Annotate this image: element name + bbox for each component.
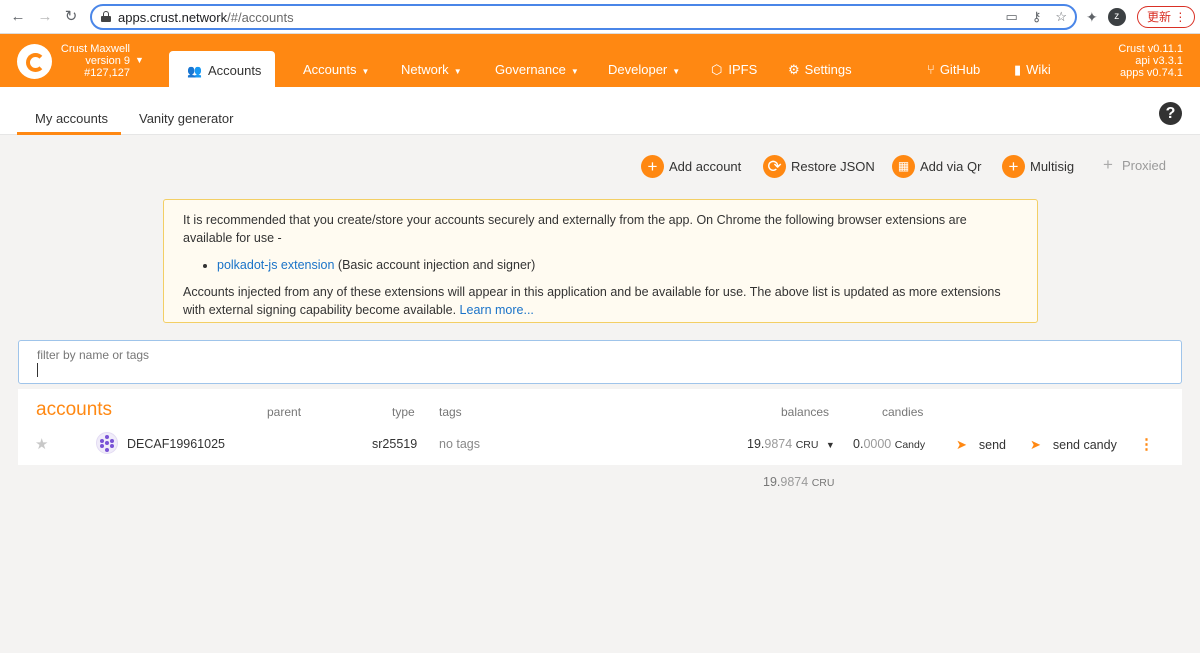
active-tab-indicator	[17, 132, 121, 135]
url-text[interactable]: apps.crust.network/#/accounts	[118, 10, 294, 25]
menu-network[interactable]: Network ▼	[401, 62, 462, 77]
learn-more-link[interactable]: Learn more...	[460, 303, 534, 317]
caret-down-icon: ▼	[825, 440, 835, 450]
extension-notice: It is recommended that you create/store …	[163, 199, 1038, 323]
qrcode-icon: ▦	[892, 155, 915, 178]
chain-selector[interactable]: Crust Maxwell version 9 #127,127	[56, 43, 130, 79]
send-candy-button[interactable]: ➤ send candy	[1030, 437, 1117, 453]
chevron-down-icon: ▼	[361, 67, 370, 76]
plus-icon: +	[1103, 155, 1113, 174]
lock-icon	[101, 11, 111, 22]
reload-icon[interactable]: ↻	[62, 8, 80, 26]
menu-settings[interactable]: ⚙ Settings	[788, 62, 852, 78]
subtab-my-accounts[interactable]: My accounts	[35, 111, 108, 126]
send-button[interactable]: ➤ send	[956, 437, 1006, 453]
chevron-down-icon: ▼	[672, 67, 681, 76]
favorite-star-icon[interactable]: ★	[35, 435, 48, 453]
menu-ipfs[interactable]: ⬡ IPFS	[711, 62, 757, 78]
menu-wiki[interactable]: ▮ Wiki	[1014, 62, 1051, 78]
plus-icon: +	[1002, 155, 1025, 178]
paper-plane-icon: ➤	[1030, 437, 1041, 452]
chain-version: version 9	[85, 55, 130, 67]
back-icon[interactable]: ←	[9, 8, 27, 26]
address-bar[interactable]: apps.crust.network/#/accounts ▭ ⚷ ☆	[90, 4, 1077, 30]
book-icon: ▮	[1014, 62, 1022, 77]
filter-input[interactable]	[36, 363, 1156, 379]
account-tags[interactable]: no tags	[439, 437, 480, 451]
update-button[interactable]: 更新 ⋮	[1137, 6, 1195, 28]
header-type: type	[392, 405, 415, 419]
account-identicon[interactable]	[96, 432, 118, 454]
crust-logo-icon[interactable]	[17, 44, 52, 79]
extensions-icon[interactable]: ✦	[1086, 9, 1098, 26]
app-header: Crust Maxwell version 9 #127,127 ▼ 👥 Acco…	[0, 34, 1200, 87]
multisig-button[interactable]: + Multisig	[1002, 155, 1074, 178]
more-options-icon[interactable]: ⋮	[1139, 435, 1154, 453]
chevron-down-icon[interactable]: ▼	[135, 55, 144, 65]
profile-avatar[interactable]: z	[1107, 8, 1126, 26]
chevron-down-icon: ▼	[453, 67, 462, 76]
key-icon[interactable]: ⚷	[1032, 9, 1042, 25]
users-icon: 👥	[187, 64, 202, 78]
header-balances: balances	[781, 405, 830, 419]
menu-governance[interactable]: Governance ▼	[495, 62, 579, 77]
plus-icon: +	[641, 155, 664, 178]
gears-icon: ⚙	[788, 62, 800, 77]
menu-accounts[interactable]: Accounts ▼	[303, 62, 369, 77]
code-branch-icon: ⑂	[927, 62, 935, 77]
subtab-bar: My accounts Vanity generator ?	[0, 87, 1200, 135]
accounts-table: accounts parent type tags balances candi…	[18, 389, 1182, 465]
cube-icon: ⬡	[711, 62, 723, 77]
accounts-table-title: accounts	[36, 399, 113, 420]
add-account-button[interactable]: + Add account	[641, 155, 741, 178]
account-balance[interactable]: 19.9874 CRU ▼	[747, 437, 835, 451]
restore-json-button[interactable]: ⟳ Restore JSON	[763, 155, 875, 178]
bookmark-star-icon[interactable]: ☆	[1055, 9, 1067, 25]
header-tags: tags	[439, 405, 462, 419]
chevron-down-icon: ▼	[570, 67, 579, 76]
subtab-vanity-generator[interactable]: Vanity generator	[139, 111, 233, 126]
chain-name: Crust Maxwell	[60, 43, 130, 55]
add-via-qr-button[interactable]: ▦ Add via Qr	[892, 155, 981, 178]
account-candies: 0.0000 Candy	[853, 437, 926, 451]
cast-icon[interactable]: ▭	[1006, 9, 1018, 25]
browser-toolbar: ← → ↻ apps.crust.network/#/accounts ▭ ⚷ …	[0, 0, 1200, 34]
filter-box[interactable]: filter by name or tags	[18, 340, 1182, 384]
forward-icon[interactable]: →	[36, 8, 54, 26]
paper-plane-icon: ➤	[956, 437, 967, 452]
account-type: sr25519	[372, 437, 418, 451]
header-candies: candies	[882, 405, 924, 419]
menu-github[interactable]: ⑂ GitHub	[927, 62, 980, 77]
extension-list-item: polkadot-js extension (Basic account inj…	[217, 256, 1018, 274]
help-icon[interactable]: ?	[1159, 102, 1182, 125]
block-number: #127,127	[84, 67, 130, 79]
tab-accounts[interactable]: 👥 Accounts	[169, 51, 275, 87]
total-balance: 19.9874 CRU	[763, 475, 835, 489]
sync-icon: ⟳	[763, 155, 786, 178]
menu-developer[interactable]: Developer ▼	[608, 62, 680, 77]
account-name[interactable]: DECAF19961025	[127, 437, 225, 451]
version-info: Crust v0.11.1 api v3.3.1 apps v0.74.1	[1118, 43, 1183, 79]
text-cursor	[37, 363, 38, 377]
filter-label: filter by name or tags	[37, 348, 150, 362]
proxied-button[interactable]: + Proxied	[1103, 155, 1166, 175]
header-parent: parent	[267, 405, 302, 419]
polkadot-extension-link[interactable]: polkadot-js extension	[217, 258, 334, 272]
